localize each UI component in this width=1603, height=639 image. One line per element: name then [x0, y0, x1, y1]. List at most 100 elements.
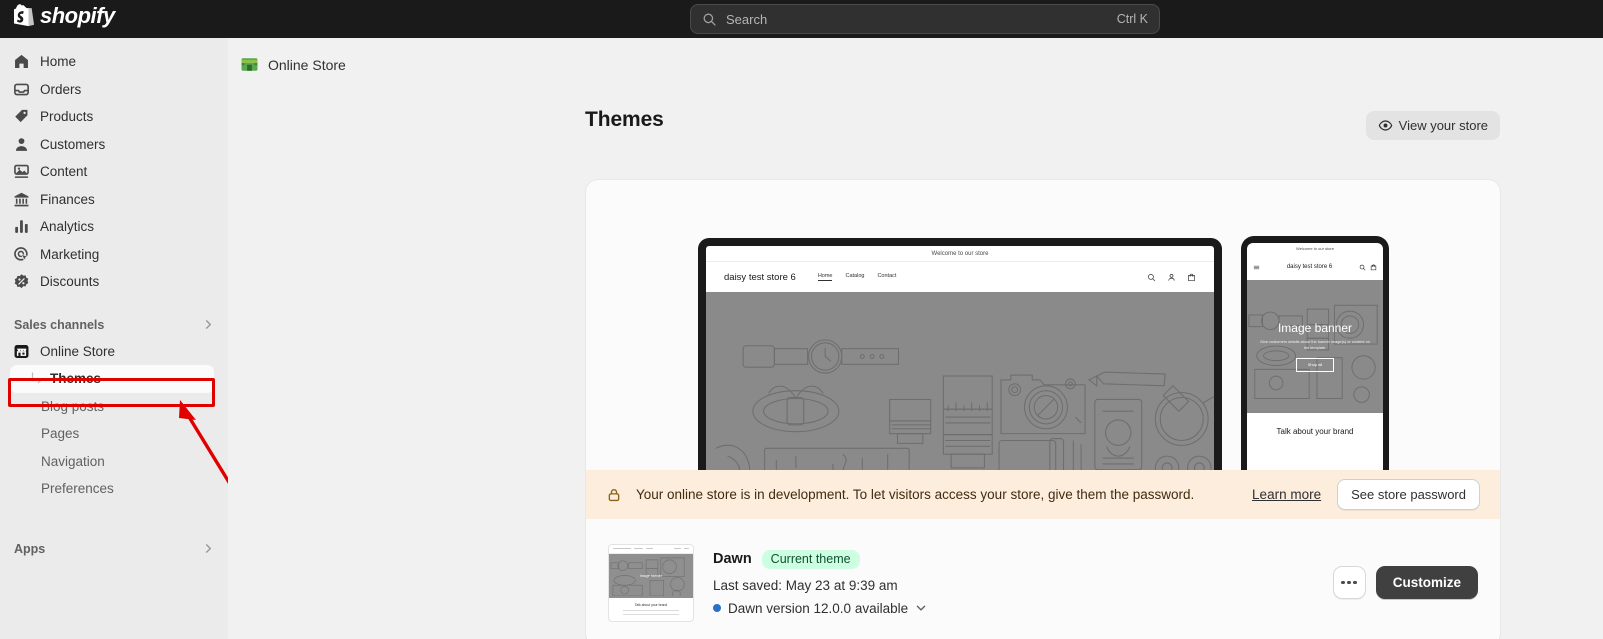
sidebar-label: Themes — [50, 371, 102, 387]
cart-icon — [1188, 273, 1195, 281]
preview-nav-home[interactable]: Home — [817, 273, 833, 281]
preview-nav-contact[interactable]: Contact — [877, 273, 896, 281]
sidebar-label: Home — [40, 54, 77, 70]
green-storefront-icon — [241, 58, 258, 71]
chevron-right-icon — [205, 320, 212, 329]
sidebar-item-analytics[interactable]: Analytics — [0, 213, 228, 241]
sidebar-item-navigation[interactable]: Navigation — [0, 448, 228, 476]
breadcrumb[interactable]: Online Store — [240, 55, 346, 74]
account-icon — [1168, 273, 1175, 281]
sidebar-label: Pages — [41, 426, 80, 442]
sidebar-label: Navigation — [41, 453, 105, 469]
bar-chart-icon — [15, 220, 28, 234]
thumbnail-header — [609, 545, 693, 554]
placeholder-product-lineart — [715, 339, 1214, 488]
search-shortcut-hint: Ctrl K — [1116, 12, 1148, 26]
thumbnail-caption: Talk about your brand — [634, 602, 668, 607]
sidebar-group-apps[interactable]: Apps — [0, 536, 228, 562]
sidebar-item-customers[interactable]: Customers — [0, 131, 228, 159]
mobile-image-banner: Image banner Give customers details abou… — [1247, 280, 1383, 413]
more-actions-button[interactable] — [1332, 566, 1366, 599]
mobile-announcement-bar: Welcome to our store — [1296, 246, 1334, 251]
theme-version-update[interactable]: Dawn version 12.0.0 available — [713, 601, 927, 616]
preview-header-icons — [1147, 273, 1196, 282]
sidebar-item-preferences[interactable]: Preferences — [0, 475, 228, 503]
top-bar: shopify Search Ctrl K — [0, 0, 1603, 38]
content-image-icon — [14, 164, 29, 179]
page-header: Themes View your store — [585, 108, 1500, 148]
sidebar-label: Analytics — [40, 219, 95, 235]
shopify-admin-page: shopify Search Ctrl K Home Orders Produc… — [0, 0, 1603, 639]
customize-button[interactable]: Customize — [1375, 566, 1478, 599]
desktop-preview-device[interactable]: Welcome to our store daisy test store 6 … — [698, 238, 1222, 496]
breadcrumb-label: Online Store — [268, 56, 346, 73]
sidebar-label: Customers — [40, 136, 106, 152]
page-title: Themes — [585, 108, 664, 131]
learn-more-link[interactable]: Learn more — [1252, 487, 1321, 502]
view-your-store-button[interactable]: View your store — [1365, 111, 1500, 140]
theme-actions: Customize — [1332, 566, 1478, 599]
sidebar-item-products[interactable]: Products — [0, 103, 228, 131]
hamburger-menu-icon[interactable] — [1253, 264, 1260, 271]
mobile-store-name: daisy test store 6 — [1286, 263, 1333, 270]
theme-last-saved: Last saved: May 23 at 9:39 am — [713, 577, 898, 593]
sidebar-item-finances[interactable]: Finances — [0, 186, 228, 214]
theme-list-item: Image banner Talk about your brand Dawn … — [586, 519, 1500, 639]
theme-name-row: Dawn Current theme — [713, 549, 927, 569]
chevron-right-icon — [205, 544, 212, 553]
sidebar-group-sales-channels[interactable]: Sales channels — [0, 312, 228, 338]
see-store-password-button[interactable]: See store password — [1337, 479, 1480, 510]
sidebar: Home Orders Products Customers Content F… — [0, 38, 228, 639]
view-your-store-label: View your store — [1398, 118, 1488, 133]
preview-nav-catalog[interactable]: Catalog — [845, 273, 864, 281]
theme-version-label: Dawn version 12.0.0 available — [728, 600, 909, 616]
thumbnail-banner-text: Image banner — [639, 573, 663, 578]
sidebar-label: Orders — [40, 81, 82, 97]
sidebar-label: Online Store — [40, 343, 116, 359]
sidebar-item-home[interactable]: Home — [0, 48, 228, 76]
sidebar-item-pages[interactable]: Pages — [0, 420, 228, 448]
mobile-banner-button[interactable]: Shop all — [1295, 357, 1335, 372]
preview-announcement-bar: Welcome to our store — [706, 246, 1214, 262]
development-banner-message: Your online store is in development. To … — [636, 487, 1195, 502]
storefront-icon — [14, 344, 29, 358]
bank-icon — [14, 192, 29, 207]
mobile-store-header: daisy test store 6 — [1247, 254, 1383, 280]
search-icon — [703, 13, 716, 26]
sidebar-label: Content — [40, 164, 88, 180]
sidebar-label: Preferences — [41, 481, 114, 497]
sidebar-item-online-store[interactable]: Online Store — [0, 338, 228, 366]
themes-card: Welcome to our store daisy test store 6 … — [586, 180, 1500, 639]
mobile-preview-screen: Welcome to our store daisy test store 6 — [1247, 243, 1383, 496]
sidebar-label: Discounts — [40, 274, 100, 290]
sidebar-item-orders[interactable]: Orders — [0, 76, 228, 104]
mobile-banner-heading: Image banner — [1277, 321, 1353, 336]
sidebar-item-content[interactable]: Content — [0, 158, 228, 186]
search-icon — [1148, 273, 1156, 281]
sidebar-item-discounts[interactable]: Discounts — [0, 268, 228, 296]
preview-store-name: daisy test store 6 — [724, 271, 796, 283]
mobile-banner-subtext: Give customers details about the banner … — [1260, 339, 1370, 350]
sidebar-label: Finances — [40, 191, 95, 207]
sidebar-item-marketing[interactable]: Marketing — [0, 241, 228, 269]
search-input[interactable]: Search Ctrl K — [690, 4, 1160, 34]
preview-store-header: daisy test store 6 Home Catalog Contact — [706, 262, 1214, 292]
theme-thumbnail[interactable]: Image banner Talk about your brand — [608, 543, 694, 622]
sidebar-item-themes[interactable]: Themes — [10, 365, 214, 393]
shopify-bag-icon — [14, 4, 35, 27]
thumbnail-footer: Talk about your brand — [609, 598, 693, 621]
search-icon[interactable] — [1359, 264, 1366, 271]
sidebar-label: Blog posts — [41, 398, 105, 414]
sidebar-item-blog-posts[interactable]: Blog posts — [0, 393, 228, 421]
search-placeholder: Search — [726, 11, 768, 27]
marketing-target-icon — [14, 246, 30, 262]
home-icon — [15, 55, 28, 69]
thumbnail-banner: Image banner — [609, 553, 693, 598]
cart-icon[interactable] — [1370, 264, 1377, 271]
eye-icon — [1378, 120, 1392, 131]
update-available-dot — [713, 604, 721, 612]
person-icon — [15, 137, 28, 151]
shopify-logo[interactable]: shopify — [14, 4, 115, 28]
mobile-preview-device[interactable]: Welcome to our store daisy test store 6 — [1241, 236, 1389, 496]
development-store-banner: Your online store is in development. To … — [586, 470, 1500, 519]
